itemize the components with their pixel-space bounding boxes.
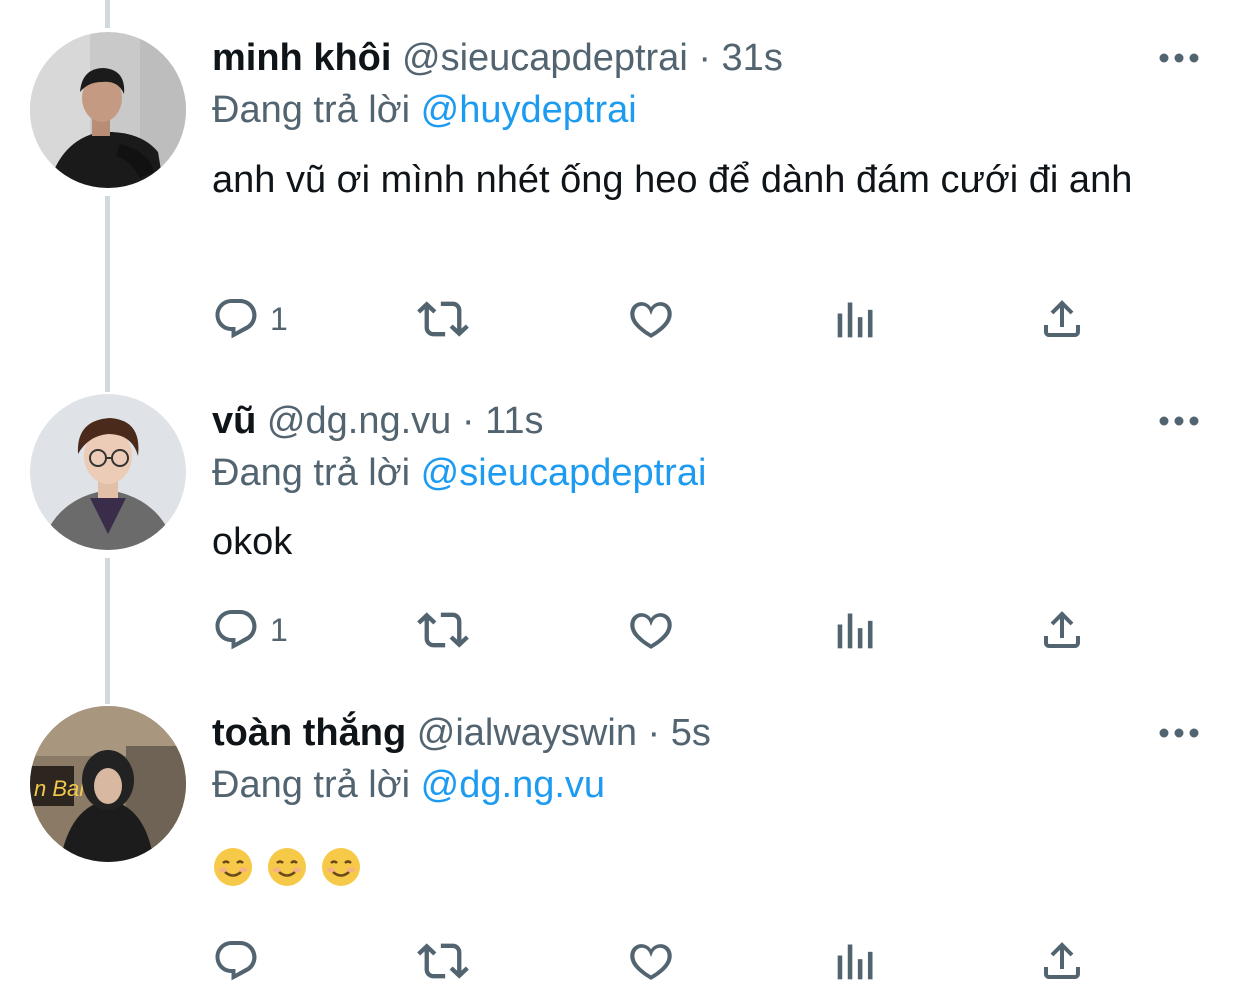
reply-button[interactable]: 1	[212, 294, 288, 344]
display-name[interactable]: toàn thắng	[212, 712, 406, 754]
reply-icon	[215, 610, 257, 650]
reply-icon	[215, 299, 257, 339]
user-handle[interactable]: @sieucapdeptrai	[402, 37, 688, 79]
user-handle[interactable]: @ialwayswin	[417, 712, 637, 754]
action-bar: 1	[212, 294, 1112, 344]
share-button[interactable]	[1038, 936, 1086, 986]
more-icon	[1159, 53, 1199, 63]
avatar[interactable]: n Bar	[30, 706, 186, 862]
mention-link[interactable]: @sieucapdeptrai	[421, 452, 707, 494]
views-button[interactable]	[834, 605, 878, 655]
tweet-header: toàn thắng @ialwayswin · 5s	[212, 710, 711, 756]
views-button[interactable]	[834, 936, 878, 986]
like-button[interactable]	[626, 294, 676, 344]
more-icon	[1159, 416, 1199, 426]
smiling-face-emoji	[268, 848, 306, 886]
mention-link[interactable]: @dg.ng.vu	[421, 764, 605, 806]
analytics-icon	[837, 302, 873, 338]
share-icon	[1044, 942, 1080, 979]
retweet-button[interactable]	[417, 294, 469, 344]
tweet-header: minh khôi @sieucapdeptrai · 31s	[212, 35, 783, 81]
more-options-button[interactable]	[1158, 723, 1200, 743]
share-icon	[1044, 611, 1080, 648]
replying-label: Đang trả lời	[212, 452, 411, 494]
tweet-3[interactable]: n Bar toàn thắng @ialwayswin · 5s Đang t…	[0, 704, 1242, 1003]
retweet-icon	[417, 612, 469, 648]
tweet-1[interactable]: minh khôi @sieucapdeptrai · 31s Đang trả…	[0, 0, 1242, 380]
reply-count: 1	[270, 300, 288, 337]
more-options-button[interactable]	[1158, 48, 1200, 68]
share-button[interactable]	[1038, 605, 1086, 655]
bar-sign-text: n Bar	[34, 776, 88, 801]
display-name[interactable]: minh khôi	[212, 37, 391, 79]
heart-icon	[630, 613, 672, 649]
timestamp[interactable]: 11s	[485, 400, 543, 442]
reply-button[interactable]	[212, 936, 270, 986]
share-button[interactable]	[1038, 294, 1086, 344]
more-icon	[1159, 728, 1199, 738]
replying-to: Đang trả lời @huydeptrai	[212, 87, 637, 133]
retweet-button[interactable]	[417, 936, 469, 986]
tweet-text	[212, 846, 1212, 902]
like-button[interactable]	[626, 605, 676, 655]
replying-to: Đang trả lời @dg.ng.vu	[212, 762, 605, 808]
replying-label: Đang trả lời	[212, 89, 411, 131]
timestamp[interactable]: 5s	[671, 712, 711, 754]
replying-label: Đang trả lời	[212, 764, 411, 806]
action-bar: 1	[212, 605, 1112, 655]
separator-dot: ·	[698, 37, 711, 79]
smiling-face-emoji	[214, 848, 252, 886]
tweet-header: vũ @dg.ng.vu · 11s	[212, 398, 544, 444]
tweet-text: anh vũ ơi mình nhét ống heo để dành đám …	[212, 159, 1133, 201]
retweet-button[interactable]	[417, 605, 469, 655]
share-icon	[1044, 300, 1080, 337]
replying-to: Đang trả lời @sieucapdeptrai	[212, 450, 706, 496]
heart-icon	[630, 302, 672, 338]
action-bar	[212, 936, 1112, 986]
more-options-button[interactable]	[1158, 411, 1200, 431]
separator-dot: ·	[461, 400, 475, 442]
separator-dot: ·	[647, 712, 661, 754]
mention-link[interactable]: @huydeptrai	[421, 89, 637, 131]
timestamp[interactable]: 31s	[722, 37, 783, 79]
smiling-face-emoji	[322, 848, 360, 886]
analytics-icon	[837, 944, 873, 980]
views-button[interactable]	[834, 294, 878, 344]
like-button[interactable]	[626, 936, 676, 986]
reply-icon	[215, 941, 257, 981]
tweet-text: okok	[212, 521, 293, 563]
avatar[interactable]	[30, 32, 186, 188]
retweet-icon	[417, 301, 469, 337]
display-name[interactable]: vũ	[212, 400, 256, 442]
retweet-icon	[417, 943, 469, 979]
heart-icon	[630, 944, 672, 980]
reply-button[interactable]: 1	[212, 605, 288, 655]
tweet-2[interactable]: vũ @dg.ng.vu · 11s Đang trả lời @sieucap…	[0, 392, 1242, 692]
user-handle[interactable]: @dg.ng.vu	[267, 400, 451, 442]
avatar[interactable]	[30, 394, 186, 550]
analytics-icon	[837, 613, 873, 649]
reply-count: 1	[270, 611, 288, 648]
